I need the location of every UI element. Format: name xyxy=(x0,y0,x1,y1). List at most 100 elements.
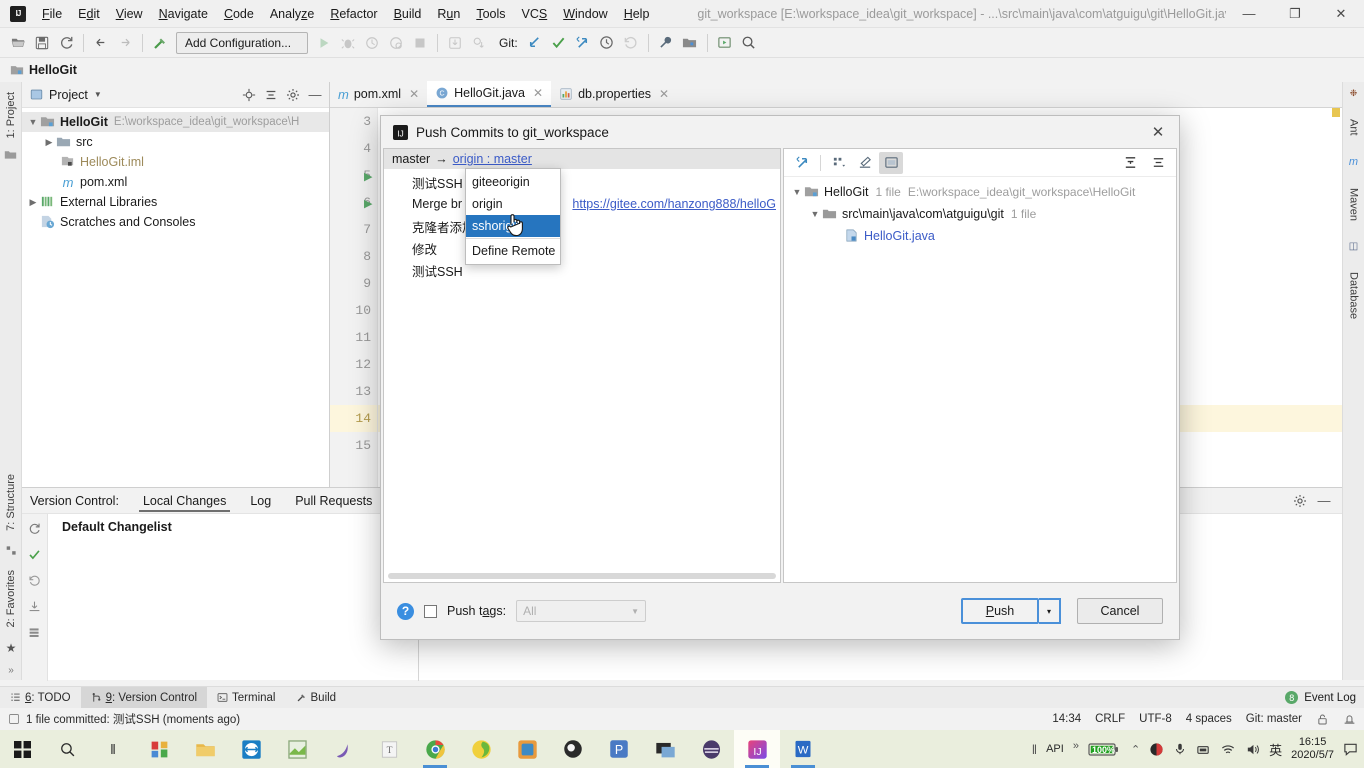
menu-vcs[interactable]: VCS xyxy=(514,2,556,26)
close-button[interactable]: ✕ xyxy=(1318,0,1364,28)
event-log-label[interactable]: Event Log xyxy=(1304,692,1356,704)
tool-window-version-control[interactable]: 9: Version Control xyxy=(80,686,208,709)
profile-icon[interactable] xyxy=(384,31,408,55)
collapse-all-icon[interactable] xyxy=(261,85,281,105)
vm-icon[interactable] xyxy=(642,730,688,768)
tree-item-src[interactable]: ▶ src xyxy=(22,132,329,152)
status-git-branch[interactable]: Git: master xyxy=(1246,713,1302,725)
tag-scope-select[interactable]: All ▼ xyxy=(516,600,647,622)
network-adapter-icon[interactable] xyxy=(1196,742,1211,757)
tab-db-properties[interactable]: db.properties ✕ xyxy=(551,81,677,107)
notepad-icon[interactable] xyxy=(274,730,320,768)
tree-item-hellogit[interactable]: ▼ HelloGit E:\workspace_idea\git_workspa… xyxy=(22,112,329,132)
menu-navigate[interactable]: Navigate xyxy=(151,2,216,26)
microphone-icon[interactable] xyxy=(1173,742,1187,756)
menu-tools[interactable]: Tools xyxy=(468,2,513,26)
settings-wrench-icon[interactable] xyxy=(654,31,678,55)
popup-item-giteeorigin[interactable]: giteeorigin xyxy=(466,171,560,193)
menu-build[interactable]: Build xyxy=(386,2,430,26)
tim-icon[interactable] xyxy=(458,730,504,768)
teamviewer-icon[interactable] xyxy=(228,730,274,768)
sidebar-item-ant[interactable]: Ant xyxy=(1348,115,1360,140)
build-hammer-icon[interactable] xyxy=(148,31,172,55)
push-tags-checkbox[interactable] xyxy=(424,604,437,618)
tool-window-todo[interactable]: 6: TODO xyxy=(0,687,81,709)
popup-item-sshorigin[interactable]: sshorigin xyxy=(466,215,560,237)
obs-icon[interactable] xyxy=(550,730,596,768)
file-explorer-icon[interactable] xyxy=(182,730,228,768)
commit-row[interactable]: 测试SSH xyxy=(384,171,780,193)
sidebar-item-project[interactable]: 1: Project xyxy=(5,88,17,142)
windows-store-icon[interactable] xyxy=(136,730,182,768)
menu-code[interactable]: Code xyxy=(216,2,262,26)
popup-item-origin[interactable]: origin xyxy=(466,193,560,215)
tab-pom-xml[interactable]: m pom.xml ✕ xyxy=(330,81,427,107)
run-coverage-icon[interactable] xyxy=(360,31,384,55)
chevron-down-icon[interactable]: ▼ xyxy=(790,187,804,197)
status-line-separator[interactable]: CRLF xyxy=(1095,713,1125,725)
wifi-icon[interactable] xyxy=(1220,742,1236,757)
stop-icon[interactable] xyxy=(408,31,432,55)
forward-icon[interactable] xyxy=(113,31,137,55)
ime-language-icon[interactable]: 英 xyxy=(1269,740,1282,759)
lock-icon[interactable] xyxy=(1316,713,1329,726)
menu-file[interactable]: File xyxy=(34,2,70,26)
tree-item-scratches[interactable]: Scratches and Consoles xyxy=(22,212,329,232)
intellij-idea-icon[interactable]: IJ xyxy=(734,730,780,768)
chrome-icon[interactable] xyxy=(412,730,458,768)
git-history-icon[interactable] xyxy=(595,31,619,55)
tray-chevron-up-icon[interactable]: ⌃ xyxy=(1131,743,1140,756)
popup-item-define-remote[interactable]: Define Remote xyxy=(466,240,560,262)
close-icon[interactable]: ✕ xyxy=(409,87,419,101)
group-by-icon[interactable] xyxy=(25,622,45,642)
run-configuration-selector[interactable]: Add Configuration... xyxy=(176,31,308,54)
preview-diff-icon[interactable] xyxy=(879,151,903,174)
navicat-icon[interactable] xyxy=(320,730,366,768)
file-tree-row[interactable]: ▼ HelloGit 1 file E:\workspace_idea\git_… xyxy=(784,181,1176,203)
chevron-right-icon[interactable]: ▶ xyxy=(26,197,40,208)
menu-window[interactable]: Window xyxy=(555,2,615,26)
push-dropdown-arrow-icon[interactable]: ▾ xyxy=(1039,598,1061,624)
menu-analyze[interactable]: Analyze xyxy=(262,2,322,26)
git-push-icon[interactable] xyxy=(571,31,595,55)
commit-url[interactable]: https://gitee.com/hanzong888/helloG xyxy=(572,197,780,211)
sync-refresh-icon[interactable] xyxy=(54,31,78,55)
task-view-icon[interactable]: ‖ xyxy=(90,730,136,768)
search-everywhere-icon[interactable] xyxy=(737,31,761,55)
update-project-icon[interactable] xyxy=(443,31,467,55)
menu-edit[interactable]: Edit xyxy=(70,2,108,26)
push-target-selector[interactable]: origin : master xyxy=(453,152,532,166)
menu-run[interactable]: Run xyxy=(429,2,468,26)
project-structure-icon[interactable] xyxy=(678,31,702,55)
expand-strip-icon[interactable]: » xyxy=(8,665,14,676)
eclipse-icon[interactable] xyxy=(688,730,734,768)
typora-icon[interactable]: T xyxy=(366,730,412,768)
git-update-icon[interactable] xyxy=(523,31,547,55)
run-gutter-icon[interactable]: ▶ xyxy=(364,170,372,183)
tab-log[interactable]: Log xyxy=(238,490,283,512)
menu-refactor[interactable]: Refactor xyxy=(322,2,385,26)
tree-item-external-libraries[interactable]: ▶ External Libraries xyxy=(22,192,329,212)
action-center-icon[interactable] xyxy=(1343,742,1358,757)
rollback-icon[interactable] xyxy=(25,570,45,590)
run-gutter-icon[interactable]: ▶ xyxy=(364,197,372,210)
gear-icon[interactable] xyxy=(1290,491,1310,511)
cancel-button[interactable]: Cancel xyxy=(1077,598,1163,624)
breadcrumb-project[interactable]: HelloGit xyxy=(10,63,77,77)
antivirus-icon[interactable] xyxy=(1149,742,1164,757)
taskbar-clock[interactable]: 16:15 2020/5/7 xyxy=(1291,736,1334,762)
push-button[interactable]: Push xyxy=(961,598,1039,624)
sidebar-item-database[interactable]: Database xyxy=(1348,268,1360,323)
chevron-right-icon[interactable]: ▶ xyxy=(42,137,56,148)
git-revert-icon[interactable] xyxy=(619,31,643,55)
status-indent[interactable]: 4 spaces xyxy=(1186,713,1232,725)
git-commit-check-icon[interactable] xyxy=(547,31,571,55)
commit-row[interactable]: 克隆者添加 xyxy=(384,215,780,237)
battery-icon[interactable]: 100% xyxy=(1088,741,1122,758)
tray-overflow-icon[interactable]: » xyxy=(1073,740,1079,752)
maximize-button[interactable]: ❐ xyxy=(1272,0,1318,28)
run-icon[interactable] xyxy=(312,31,336,55)
commit-row[interactable]: 修改 xyxy=(384,237,780,259)
horizontal-scrollbar[interactable] xyxy=(388,573,776,579)
word-icon[interactable]: W xyxy=(780,730,826,768)
